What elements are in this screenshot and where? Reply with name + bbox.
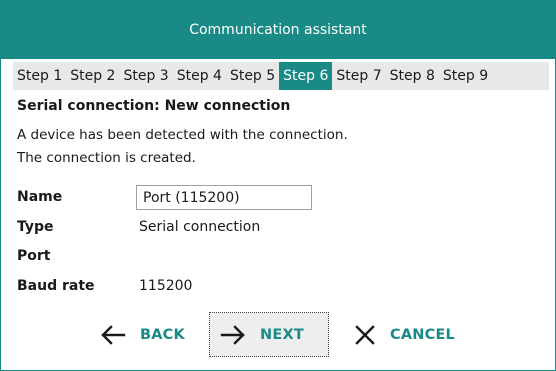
step-9[interactable]: Step 9 [439, 62, 492, 90]
communication-assistant-dialog: Communication assistant Step 1 Step 2 St… [0, 0, 556, 371]
step-4[interactable]: Step 4 [173, 62, 226, 90]
status-message-line2: The connection is created. [17, 150, 196, 166]
arrow-right-icon [220, 324, 246, 346]
close-icon [354, 324, 376, 346]
name-label: Name [17, 189, 63, 205]
step-2[interactable]: Step 2 [66, 62, 119, 90]
back-label: BACK [140, 326, 185, 343]
section-title: Serial connection: New connection [17, 98, 291, 114]
next-button[interactable]: NEXT [209, 312, 329, 357]
port-label: Port [17, 248, 51, 264]
next-label: NEXT [260, 326, 304, 343]
type-value: Serial connection [139, 219, 261, 235]
arrow-left-icon [100, 324, 126, 346]
baud-rate-label: Baud rate [17, 278, 95, 294]
type-label: Type [17, 219, 54, 235]
step-1[interactable]: Step 1 [13, 62, 66, 90]
name-input[interactable] [136, 185, 312, 210]
cancel-label: CANCEL [390, 326, 455, 343]
window-title: Communication assistant [1, 1, 555, 59]
step-8[interactable]: Step 8 [386, 62, 439, 90]
baud-rate-value: 115200 [139, 278, 193, 294]
step-5[interactable]: Step 5 [226, 62, 279, 90]
step-3[interactable]: Step 3 [119, 62, 172, 90]
step-6[interactable]: Step 6 [279, 62, 333, 90]
cancel-button[interactable]: CANCEL [343, 312, 479, 357]
step-bar: Step 1 Step 2 Step 3 Step 4 Step 5 Step … [13, 62, 549, 90]
status-message-line1: A device has been detected with the conn… [17, 127, 348, 143]
step-7[interactable]: Step 7 [332, 62, 385, 90]
back-button[interactable]: BACK [89, 312, 203, 357]
